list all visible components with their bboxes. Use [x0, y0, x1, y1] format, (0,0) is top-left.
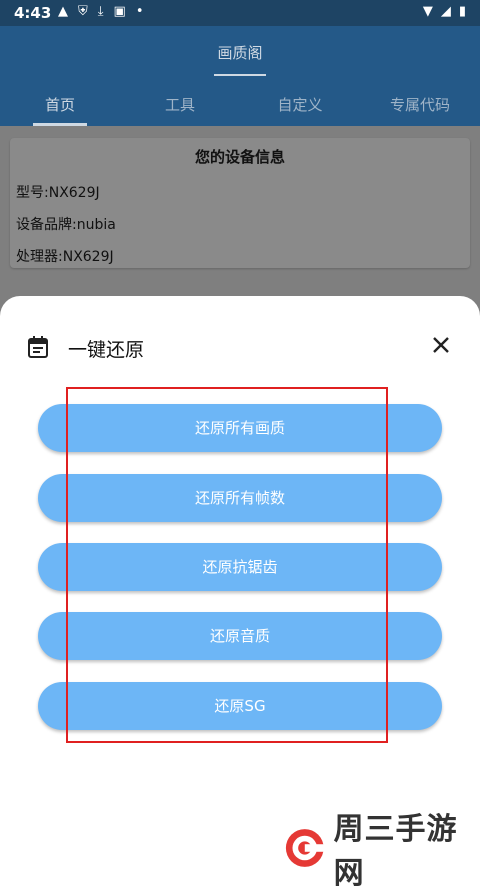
watermark: 周三手游网	[284, 804, 480, 892]
app-bar: 画质阁 首页 工具 自定义 专属代码	[0, 26, 480, 126]
restore-all-quality-button[interactable]: 还原所有画质	[38, 404, 442, 452]
device-model: 型号:NX629J	[16, 185, 100, 201]
wifi-icon: ▼	[422, 4, 433, 19]
app-icon: ▣	[113, 4, 126, 19]
watermark-logo-icon	[285, 829, 326, 867]
tab-custom[interactable]: 自定义	[240, 84, 360, 126]
restore-sg-button[interactable]: 还原SG	[38, 682, 442, 730]
battery-icon: ▮	[458, 4, 466, 19]
shield-icon: ⛨	[78, 4, 88, 19]
tab-tools[interactable]: 工具	[120, 84, 240, 126]
status-bar: 4:43 ▲ ⛨ ⤓ ▣ • ▼ ◢ ▮	[0, 0, 480, 26]
tab-bar: 首页 工具 自定义 专属代码	[0, 84, 480, 126]
tab-home[interactable]: 首页	[0, 84, 120, 126]
restore-antialiasing-button[interactable]: 还原抗锯齿	[38, 543, 442, 591]
download-icon: ⤓	[97, 4, 104, 19]
sheet-header: 一键还原	[0, 328, 480, 368]
dot-icon: •	[135, 4, 144, 19]
device-info-title: 您的设备信息	[194, 148, 285, 166]
watermark-text: 周三手游网	[333, 812, 458, 891]
app-title: 画质阁	[217, 44, 263, 62]
close-icon[interactable]	[430, 334, 452, 356]
tab-exclusive-code[interactable]: 专属代码	[360, 84, 480, 126]
sheet-title: 一键还原	[68, 339, 145, 361]
device-brand: 设备品牌:nubia	[16, 217, 116, 233]
restore-audio-button[interactable]: 还原音质	[38, 612, 442, 660]
device-info-card: 您的设备信息 型号:NX629J 设备品牌:nubia 处理器:NX629J	[10, 138, 470, 268]
restore-all-framerate-button[interactable]: 还原所有帧数	[38, 474, 442, 522]
signal-icon: ◢	[440, 4, 451, 19]
device-processor: 处理器:NX629J	[16, 249, 114, 265]
warning-icon: ▲	[58, 4, 68, 19]
status-time: 4:43	[14, 4, 52, 22]
title-underline	[214, 74, 266, 76]
calendar-icon	[28, 336, 48, 358]
